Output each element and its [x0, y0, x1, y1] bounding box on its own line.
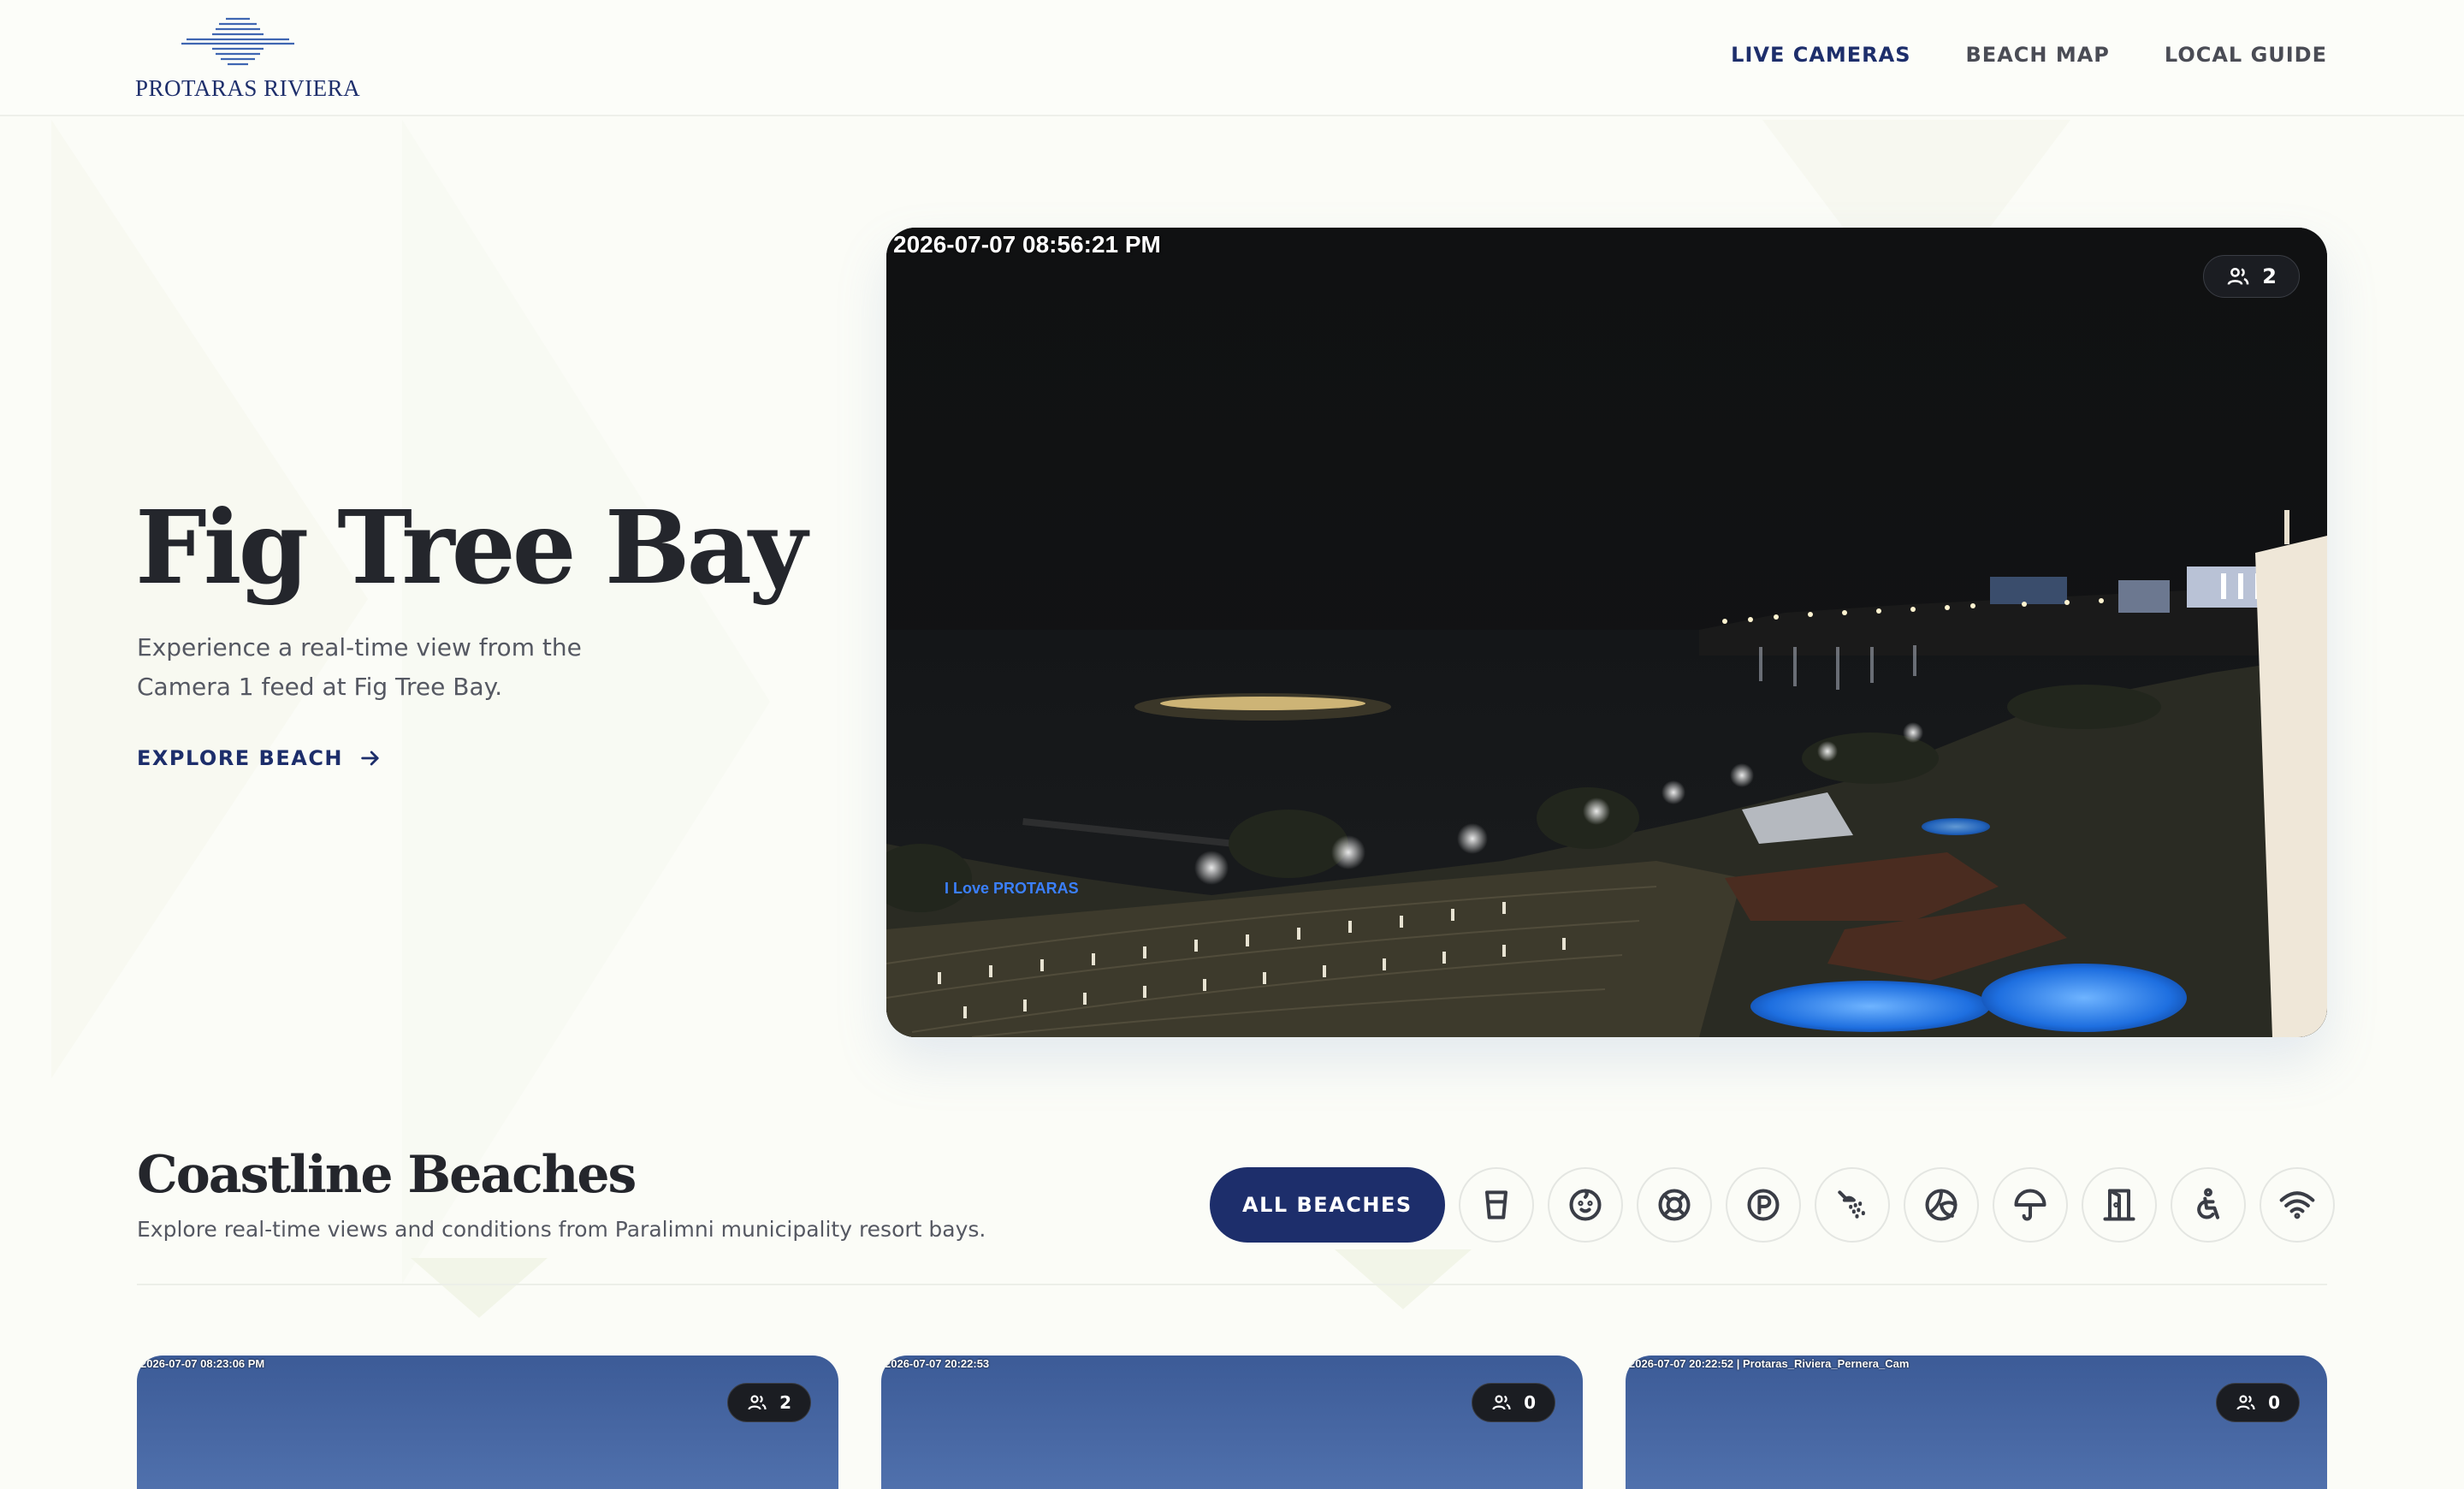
section-subtitle: Explore real-time views and conditions f…	[137, 1217, 986, 1242]
hero-description: Experience a real-time view from the Cam…	[137, 633, 582, 701]
nav-beach-map[interactable]: BEACH MAP	[1966, 43, 2110, 67]
umbrella-icon	[2014, 1189, 2046, 1221]
card-timestamp: 2026-07-07 20:22:52 | Protaras_Riviera_P…	[1629, 1357, 1910, 1370]
explore-beach-link[interactable]: EXPLORE BEACH	[137, 746, 382, 770]
shower-icon	[1837, 1190, 1865, 1219]
parking-icon	[1747, 1189, 1780, 1221]
cup-icon	[1484, 1190, 1507, 1219]
users-icon	[2227, 267, 2249, 285]
users-icon	[1492, 1395, 1511, 1410]
brand-name: PROTARAS RIVIERA	[135, 75, 361, 101]
volleyball-icon	[1925, 1189, 1958, 1221]
logo-waves-icon	[181, 17, 294, 66]
viewer-count: 2	[779, 1392, 791, 1413]
users-icon	[2236, 1395, 2255, 1410]
arrow-right-icon	[361, 750, 379, 766]
beach-card[interactable]: 2026-07-07 20:22:52 | Protaras_Riviera_P…	[1626, 1356, 2327, 1489]
filter-accessibility[interactable]	[2170, 1167, 2246, 1243]
beach-card[interactable]: 2026-07-07 08:23:06 PM 2	[137, 1356, 838, 1489]
accessibility-icon	[2196, 1188, 2219, 1219]
camera-scene-image: I Love PROTARAS	[886, 228, 2327, 1037]
card-timestamp: 2026-07-07 08:23:06 PM	[140, 1357, 265, 1370]
hero-title: Fig Tree Bay	[135, 488, 808, 607]
viewer-count-badge: 2	[727, 1383, 811, 1422]
filter-wifi[interactable]	[2259, 1167, 2335, 1243]
filter-parking[interactable]	[1725, 1167, 1801, 1243]
amenity-filters: ALL BEACHES	[1210, 1167, 2335, 1243]
nav-live-cameras[interactable]: LIVE CAMERAS	[1731, 43, 1910, 67]
card-timestamp: 2026-07-07 20:22:53	[885, 1357, 990, 1370]
brand-logo[interactable]: PROTARAS RIVIERA	[135, 15, 361, 104]
viewer-count-badge: 0	[2216, 1383, 2300, 1422]
filter-baby[interactable]	[1547, 1167, 1623, 1243]
filter-cup[interactable]	[1458, 1167, 1534, 1243]
users-icon	[748, 1395, 767, 1410]
explore-beach-label: EXPLORE BEACH	[137, 746, 344, 770]
all-beaches-button[interactable]: ALL BEACHES	[1210, 1167, 1445, 1243]
filter-lifebuoy[interactable]	[1636, 1167, 1712, 1243]
nav-local-guide[interactable]: LOCAL GUIDE	[2165, 43, 2327, 67]
changing-room-icon	[2103, 1189, 2135, 1221]
filter-volleyball[interactable]	[1903, 1167, 1979, 1243]
section-title: Coastline Beaches	[137, 1145, 637, 1205]
main-nav: LIVE CAMERAS BEACH MAP LOCAL GUIDE	[1731, 43, 2327, 67]
filter-changing-room[interactable]	[2081, 1167, 2157, 1243]
section-divider	[137, 1284, 2327, 1285]
viewer-count-badge: 2	[2203, 255, 2300, 298]
beach-card[interactable]: 2026-07-07 20:22:53 0	[881, 1356, 1583, 1489]
i-love-protaras-sign: I Love PROTARAS	[945, 880, 1079, 897]
baby-icon	[1569, 1189, 1602, 1221]
viewer-count: 0	[2268, 1392, 2280, 1413]
site-header: PROTARAS RIVIERA LIVE CAMERAS BEACH MAP …	[0, 0, 2464, 116]
wifi-icon	[2279, 1191, 2315, 1219]
viewer-count: 2	[2262, 264, 2277, 288]
viewer-count-badge: 0	[1472, 1383, 1555, 1422]
filter-shower[interactable]	[1814, 1167, 1890, 1243]
viewer-count: 0	[1524, 1392, 1536, 1413]
main-camera-feed[interactable]: I Love PROTARAS 2026-07-07 08:56:21 PM 2	[886, 228, 2327, 1037]
camera-timestamp: 2026-07-07 08:56:21 PM	[893, 231, 1161, 258]
filter-umbrella[interactable]	[1992, 1167, 2068, 1243]
lifebuoy-icon	[1658, 1189, 1691, 1221]
